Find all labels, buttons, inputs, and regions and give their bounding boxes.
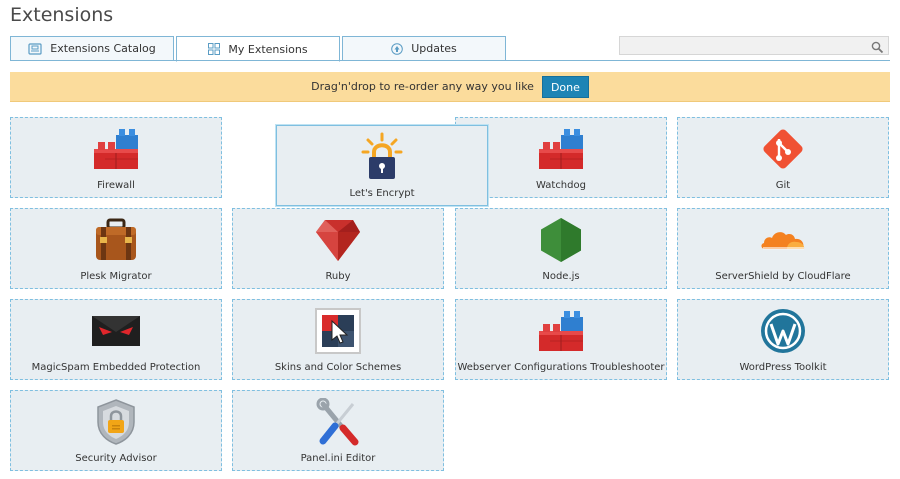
extension-card-git[interactable]: Git bbox=[677, 117, 889, 198]
extension-card-nodejs[interactable]: Node.js bbox=[455, 208, 667, 289]
done-button[interactable]: Done bbox=[541, 75, 589, 98]
tools-icon bbox=[311, 397, 365, 447]
page-title: Extensions bbox=[10, 4, 114, 26]
magicspam-icon bbox=[89, 306, 143, 356]
suitcase-icon bbox=[89, 215, 143, 265]
extension-card-skins[interactable]: Skins and Color Schemes bbox=[232, 299, 444, 380]
extension-card-servershield[interactable]: ServerShield by CloudFlare bbox=[677, 208, 889, 289]
lego-bricks-icon bbox=[534, 306, 588, 356]
extension-card-magicspam[interactable]: MagicSpam Embedded Protection bbox=[10, 299, 222, 380]
git-icon bbox=[756, 124, 810, 174]
lego-bricks-icon bbox=[89, 124, 143, 174]
lock-icon bbox=[355, 132, 409, 182]
extension-label: Skins and Color Schemes bbox=[274, 362, 402, 373]
tab-label: Updates bbox=[411, 42, 457, 55]
tab-divider bbox=[10, 60, 890, 61]
extension-card-webserver-troubleshooter[interactable]: Webserver Configurations Troubleshooter bbox=[455, 299, 667, 380]
extension-label: Git bbox=[775, 180, 791, 191]
extension-card-firewall[interactable]: Firewall bbox=[10, 117, 222, 198]
wordpress-icon bbox=[756, 306, 810, 356]
search-input[interactable] bbox=[619, 36, 889, 55]
nodejs-icon bbox=[534, 215, 588, 265]
extension-card-ruby[interactable]: Ruby bbox=[232, 208, 444, 289]
extension-card-panel-ini-editor[interactable]: Panel.ini Editor bbox=[232, 390, 444, 471]
catalog-icon bbox=[28, 42, 42, 55]
tab-extensions-catalog[interactable]: Extensions Catalog bbox=[10, 36, 174, 61]
extension-label: Let's Encrypt bbox=[349, 188, 415, 199]
extension-label: Firewall bbox=[97, 180, 135, 191]
extension-card-security-advisor[interactable]: Security Advisor bbox=[10, 390, 222, 471]
skins-icon bbox=[311, 306, 365, 356]
reorder-banner: Drag'n'drop to re-order any way you like… bbox=[10, 72, 890, 102]
extension-label: WordPress Toolkit bbox=[739, 362, 827, 373]
update-icon bbox=[391, 42, 404, 55]
shield-lock-icon bbox=[89, 397, 143, 447]
extension-label: ServerShield by CloudFlare bbox=[715, 271, 851, 282]
extension-label: Plesk Migrator bbox=[80, 271, 152, 282]
extension-label: MagicSpam Embedded Protection bbox=[31, 362, 201, 373]
tab-label: My Extensions bbox=[228, 42, 308, 56]
extension-card-plesk-migrator[interactable]: Plesk Migrator bbox=[10, 208, 222, 289]
ruby-icon bbox=[311, 215, 365, 265]
tab-my-extensions[interactable]: My Extensions bbox=[176, 36, 340, 62]
banner-message: Drag'n'drop to re-order any way you like bbox=[311, 80, 534, 93]
extension-label: Panel.ini Editor bbox=[300, 453, 376, 464]
grid-icon bbox=[208, 43, 221, 55]
search-icon[interactable] bbox=[871, 39, 884, 58]
tab-label: Extensions Catalog bbox=[50, 42, 156, 55]
extension-card-lets-encrypt[interactable]: Let's Encrypt bbox=[276, 125, 488, 206]
extension-label: Node.js bbox=[542, 271, 580, 282]
cloudflare-icon bbox=[756, 215, 810, 265]
lego-bricks-icon bbox=[534, 124, 588, 174]
tab-updates[interactable]: Updates bbox=[342, 36, 506, 61]
extension-label: Webserver Configurations Troubleshooter bbox=[457, 362, 665, 373]
extension-card-wordpress[interactable]: WordPress Toolkit bbox=[677, 299, 889, 380]
extension-label: Ruby bbox=[325, 271, 351, 282]
extension-label: Security Advisor bbox=[75, 453, 157, 464]
